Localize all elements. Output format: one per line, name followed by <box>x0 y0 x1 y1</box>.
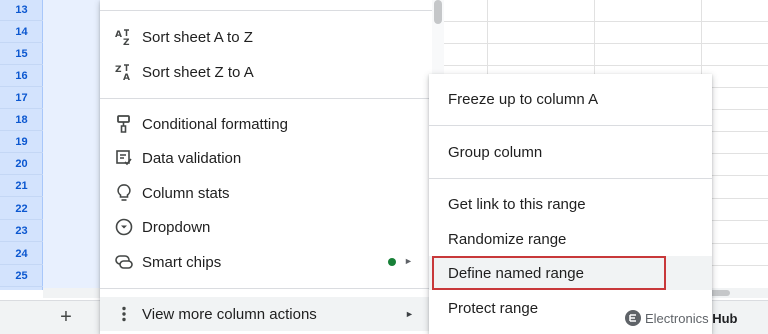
watermark-brand-bold: Hub <box>712 310 738 326</box>
menu-separator <box>100 10 432 11</box>
row-header[interactable]: 25 <box>0 265 43 287</box>
selected-column-a[interactable] <box>43 0 100 290</box>
row-header[interactable]: 22 <box>0 198 43 220</box>
highlight-annotation-box <box>432 256 666 290</box>
svg-text:Z: Z <box>123 38 130 47</box>
row-headers: 13 14 15 16 17 18 19 20 21 22 23 24 25 <box>0 0 43 290</box>
row-header[interactable]: 16 <box>0 65 43 87</box>
row-header[interactable]: 13 <box>0 0 43 21</box>
grid-line <box>432 43 768 44</box>
grid-line <box>432 21 768 22</box>
get-link-to-this-range-item[interactable]: Get link to this range <box>429 187 712 221</box>
submenu-separator <box>429 178 712 179</box>
submenu-arrow-icon: ► <box>404 256 413 266</box>
menu-item-label: Smart chips <box>142 253 222 271</box>
menu-scroll-thumb[interactable] <box>434 0 442 24</box>
sort-za-icon: ZA <box>114 62 134 82</box>
electronics-hub-logo-icon <box>625 310 641 326</box>
conditional-formatting-item[interactable]: Conditional formatting <box>100 107 432 141</box>
menu-item-label: Conditional formatting <box>142 115 288 133</box>
lightbulb-icon <box>114 183 134 203</box>
submenu-separator <box>429 125 712 126</box>
row-header[interactable]: 21 <box>0 175 43 197</box>
row-header[interactable]: 19 <box>0 131 43 153</box>
add-sheet-button[interactable]: + <box>52 303 80 331</box>
dropdown-icon <box>114 217 134 237</box>
sort-z-to-a-item[interactable]: ZA Sort sheet Z to A <box>100 55 432 89</box>
submenu-item-label: Group column <box>448 143 543 161</box>
dropdown-item[interactable]: Dropdown <box>100 210 432 244</box>
submenu-item-label: Freeze up to column A <box>448 90 599 108</box>
menu-item-label: Sort sheet Z to A <box>142 63 254 81</box>
menu-item-label: Data validation <box>142 149 242 167</box>
smart-chips-icon <box>114 252 134 272</box>
submenu-arrow-icon: ► <box>405 309 414 319</box>
menu-separator <box>100 288 432 289</box>
randomize-range-item[interactable]: Randomize range <box>429 222 712 256</box>
grid-line <box>432 65 768 66</box>
data-validation-icon <box>114 148 134 168</box>
svg-text:A: A <box>123 73 130 82</box>
row-header[interactable]: 20 <box>0 153 43 175</box>
paint-roller-icon <box>114 114 134 134</box>
svg-text:A: A <box>115 30 122 40</box>
svg-text:Z: Z <box>115 65 122 75</box>
submenu-item-label: Randomize range <box>448 230 567 248</box>
sort-a-to-z-item[interactable]: AZ Sort sheet A to Z <box>100 20 432 54</box>
row-header[interactable]: 24 <box>0 243 43 265</box>
watermark-text: Electronics Hub <box>645 311 737 326</box>
menu-separator <box>100 98 432 99</box>
menu-item-label: Dropdown <box>142 218 211 236</box>
watermark-brand: Electronics <box>645 310 709 326</box>
more-vert-icon <box>114 304 134 324</box>
sort-az-icon: AZ <box>114 27 134 47</box>
submenu-item-label: Get link to this range <box>448 195 586 213</box>
menu-item-label: Sort sheet A to Z <box>142 28 253 46</box>
row-header[interactable]: 23 <box>0 220 43 242</box>
data-validation-item[interactable]: Data validation <box>100 141 432 175</box>
row-header[interactable]: 17 <box>0 87 43 109</box>
submenu-item-label: Protect range <box>448 299 539 317</box>
menu-item-label: View more column actions <box>142 305 317 323</box>
freeze-up-to-column-a-item[interactable]: Freeze up to column A <box>429 82 712 116</box>
menu-item-label: Column stats <box>142 184 230 202</box>
row-header[interactable]: 18 <box>0 109 43 131</box>
new-feature-dot <box>388 258 396 266</box>
view-more-column-actions-item[interactable]: View more column actions ► <box>100 297 432 331</box>
electronics-hub-watermark: Electronics Hub <box>625 310 737 326</box>
row-header[interactable]: 14 <box>0 21 43 43</box>
smart-chips-item[interactable]: Smart chips ► <box>100 245 432 279</box>
row-header[interactable]: 15 <box>0 43 43 65</box>
group-column-item[interactable]: Group column <box>429 135 712 169</box>
column-stats-item[interactable]: Column stats <box>100 176 432 210</box>
